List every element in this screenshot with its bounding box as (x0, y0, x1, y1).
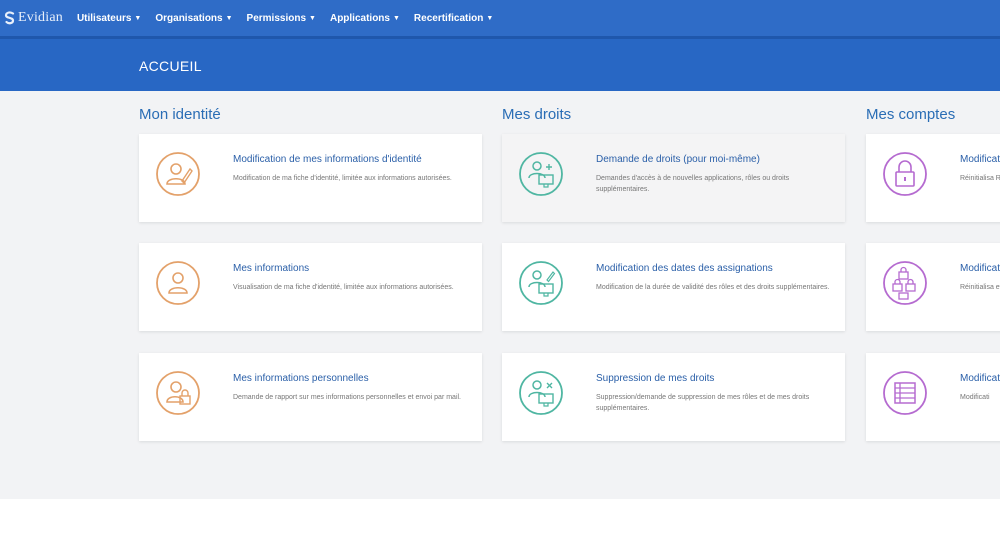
card-modification-dates-assignations[interactable]: Modification des dates des assignations … (502, 243, 845, 331)
card-description: Réinitialisa et resynchr (960, 284, 1000, 291)
card-comptes-1[interactable]: Modificat Réinitialisa Request M (866, 134, 1000, 222)
user-edit-icon (156, 152, 200, 196)
card-description: Réinitialisa Request M (960, 175, 1000, 182)
card-description: Demande de rapport sur mes informations … (233, 394, 462, 401)
brand-logo-link[interactable]: Evidian (4, 10, 63, 26)
page-title: ACCUEIL (139, 58, 202, 74)
nav-menu-label: Organisations (155, 12, 223, 24)
card-title: Modificat (960, 154, 1000, 165)
card-description: Modificati (960, 394, 990, 401)
card-title: Modificat (960, 373, 1000, 384)
caret-down-icon: ▼ (134, 14, 142, 22)
nav-menu-recertification[interactable]: Recertification ▼ (414, 13, 493, 24)
user-monitor-add-icon (519, 152, 563, 196)
card-modification-identite[interactable]: Modification de mes informations d'ident… (139, 134, 482, 222)
card-title: Suppression de mes droits (596, 373, 715, 384)
page-header: ACCUEIL (0, 36, 1000, 91)
multi-lock-icon (883, 261, 927, 305)
card-title: Mes informations (233, 263, 310, 274)
nav-menu-permissions[interactable]: Permissions ▼ (247, 13, 316, 24)
evidian-logo-icon (4, 11, 15, 25)
card-comptes-3[interactable]: Modificat Modificati (866, 353, 1000, 441)
card-description: Modification de ma fiche d'identité, lim… (233, 175, 452, 182)
card-demande-de-droits[interactable]: Demande de droits (pour moi-même) Demand… (502, 134, 845, 222)
card-mes-informations-personnelles[interactable]: Mes informations personnelles Demande de… (139, 353, 482, 441)
user-lock-icon (156, 371, 200, 415)
card-comptes-2[interactable]: Modificat Réinitialisa et resynchr (866, 243, 1000, 331)
card-title: Modification de mes informations d'ident… (233, 154, 422, 165)
card-suppression-de-mes-droits[interactable]: Suppression de mes droits Suppression/de… (502, 353, 845, 441)
card-title: Demande de droits (pour moi-même) (596, 154, 760, 165)
caret-down-icon: ▼ (486, 14, 494, 22)
caret-down-icon: ▼ (309, 14, 316, 22)
brand-name: Evidian (18, 10, 63, 25)
caret-down-icon: ▼ (392, 14, 400, 22)
nav-menu-utilisateurs[interactable]: Utilisateurs ▼ (77, 13, 141, 24)
card-title: Modificat (960, 263, 1000, 274)
user-icon (156, 261, 200, 305)
lock-icon (883, 152, 927, 196)
card-title: Modification des dates des assignations (596, 263, 773, 274)
nav-menu-organisations[interactable]: Organisations ▼ (155, 13, 232, 24)
card-title: Mes informations personnelles (233, 373, 369, 384)
nav-menu-applications[interactable]: Applications ▼ (330, 13, 400, 24)
card-mes-informations[interactable]: Mes informations Visualisation de ma fic… (139, 243, 482, 331)
section-title-mes-comptes: Mes comptes (866, 106, 956, 123)
list-icon (883, 371, 927, 415)
card-description: Modification de la durée de validité des… (596, 284, 830, 291)
user-monitor-remove-icon (519, 371, 563, 415)
nav-menu-label: Utilisateurs (76, 12, 132, 24)
card-description: Suppression/demande de suppression de me… (596, 394, 810, 412)
nav-menu-label: Applications (329, 12, 390, 24)
home-content: Mon identité Modification de mes informa… (0, 91, 1000, 499)
user-monitor-edit-icon (519, 261, 563, 305)
nav-menu-label: Recertification (413, 12, 484, 24)
nav-menu-label: Permissions (246, 12, 307, 24)
card-description: Demandes d'accès à de nouvelles applicat… (596, 175, 790, 193)
caret-down-icon: ▼ (225, 14, 233, 22)
card-description: Visualisation de ma fiche d'identité, li… (233, 284, 454, 291)
section-title-mes-droits: Mes droits (502, 106, 572, 123)
top-navbar: Evidian Utilisateurs ▼ Organisations ▼ Per… (0, 0, 1000, 36)
section-title-mon-identite: Mon identité (139, 106, 221, 123)
